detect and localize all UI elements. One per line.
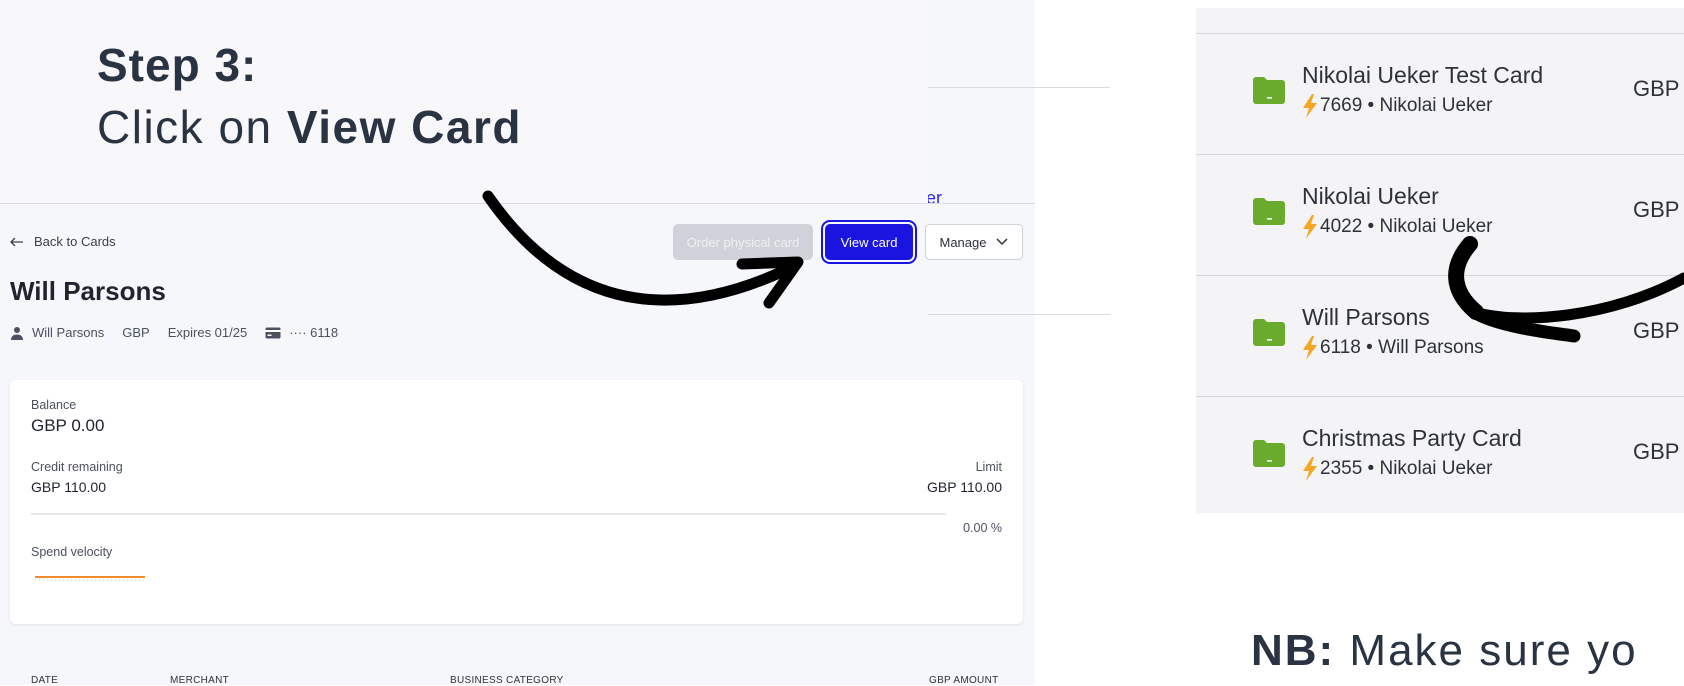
pointer-arrows [482, 190, 1684, 343]
arrow-to-will-parsons [1448, 236, 1684, 343]
arrow-to-view-card [482, 190, 804, 309]
